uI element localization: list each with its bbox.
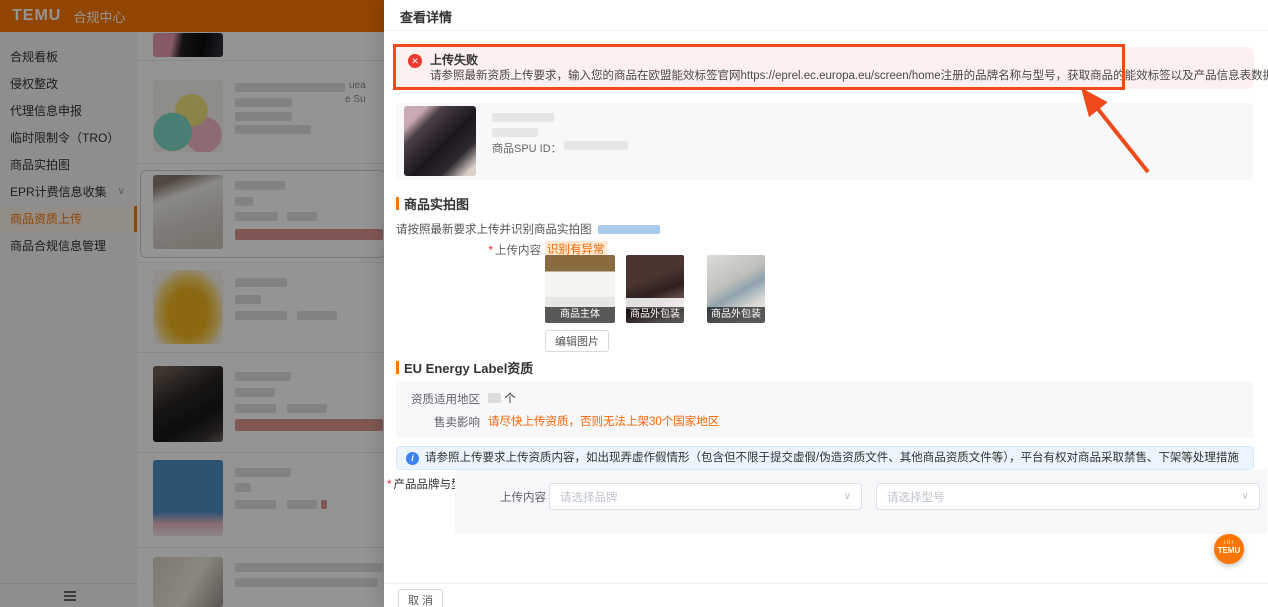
brand-select-placeholder: 请选择品牌 xyxy=(560,489,844,505)
qualification-region-card: 资质适用地区 个 售卖影响 请尽快上传资质，否则无法上架30个国家地区 xyxy=(396,381,1254,438)
sidebar-item-product-photos[interactable]: 商品实拍图 xyxy=(0,152,137,178)
photos-section-title: 商品实拍图 xyxy=(404,194,469,213)
sidebar-item-agent-info[interactable]: 代理信息申报 xyxy=(0,98,137,124)
edit-images-button[interactable]: 编辑图片 xyxy=(545,330,609,352)
product-thumbnail[interactable] xyxy=(153,366,223,442)
temu-float-button[interactable]: ıllı TEMU xyxy=(1214,534,1244,564)
chevron-down-icon: ∨ xyxy=(118,187,125,197)
photo-thumb-package-1[interactable]: 商品外包装 xyxy=(626,255,684,323)
sidebar-item-tro[interactable]: 临时限制令（TRO） xyxy=(0,125,137,151)
footer-divider xyxy=(384,583,1268,584)
product-thumbnail[interactable] xyxy=(153,557,223,607)
region-label: 资质适用地区 xyxy=(396,391,480,407)
spu-id-label: 商品SPU ID： xyxy=(492,140,562,156)
section-accent-bar xyxy=(396,361,399,374)
required-asterisk: * xyxy=(387,479,391,491)
chevron-down-icon: ∨ xyxy=(844,491,851,502)
model-select-placeholder: 请选择型号 xyxy=(887,489,1242,505)
chevron-down-icon: ∨ xyxy=(1242,491,1249,502)
product-thumbnail[interactable] xyxy=(153,80,223,152)
product-thumbnail[interactable] xyxy=(153,270,223,344)
redacted-spu-id xyxy=(564,141,628,150)
drawer-title: 查看详情 xyxy=(400,7,452,26)
brand-select[interactable]: 请选择品牌 ∨ xyxy=(549,483,862,510)
redacted-title xyxy=(492,113,554,122)
photo-caption: 商品外包装 xyxy=(707,307,765,323)
alert-title: 上传失败 xyxy=(430,52,1242,68)
model-select[interactable]: 请选择型号 ∨ xyxy=(876,483,1260,510)
photos-instruction: 请按照最新要求上传并识别商品实拍图 xyxy=(396,221,660,237)
photo-thumb-package-2[interactable]: 商品外包装 xyxy=(707,255,765,323)
info-notice-bar: i 请参照上传要求上传资质内容，如出现弄虚作假情形（包含但不限于提交虚假/伪造资… xyxy=(396,446,1254,470)
photo-thumb-main[interactable]: 商品主体 xyxy=(545,255,615,323)
collapse-sidebar-icon[interactable] xyxy=(62,591,76,601)
impact-warning-text: 请尽快上传资质，否则无法上架30个国家地区 xyxy=(488,413,719,429)
sidebar-item-infringement[interactable]: 侵权整改 xyxy=(0,71,137,97)
brand-model-panel: 上传内容 请选择品牌 ∨ 请选择型号 ∨ xyxy=(455,470,1267,534)
product-list: uea e Su xyxy=(137,0,384,607)
sidebar-item-compliance-board[interactable]: 合规看板 xyxy=(0,44,137,70)
upload-failed-alert: ✕ 上传失败 请参照最新资质上传要求，输入您的商品在欧盟能效标签官网https:… xyxy=(396,47,1254,89)
app-root: TEMU 合规中心 合规看板 侵权整改 代理信息申报 临时限制令（TRO） 商品… xyxy=(0,0,1268,607)
product-thumbnail[interactable] xyxy=(153,460,223,536)
alert-message: 请参照最新资质上传要求，输入您的商品在欧盟能效标签官网https://eprel… xyxy=(430,68,1242,84)
product-thumbnail xyxy=(404,106,476,176)
temu-logo: TEMU xyxy=(12,7,61,25)
product-thumbnail[interactable] xyxy=(153,175,223,249)
text-fragment: uea xyxy=(349,80,366,91)
redacted-count xyxy=(488,393,501,403)
upload-content-label: 上传内容 xyxy=(500,489,546,505)
photo-caption: 商品外包装 xyxy=(626,307,684,323)
sidebar-item-compliance-info[interactable]: 商品合规信息管理 xyxy=(0,233,137,259)
info-icon: i xyxy=(406,452,419,465)
app-title: 合规中心 xyxy=(73,7,125,26)
product-thumbnail[interactable] xyxy=(153,33,223,57)
photo-caption: 商品主体 xyxy=(545,307,615,323)
upload-content-label: *上传内容 xyxy=(396,242,541,258)
required-asterisk: * xyxy=(488,243,493,257)
sidebar-item-epr[interactable]: EPR计费信息收集 ∨ xyxy=(0,179,137,205)
redacted-link[interactable] xyxy=(598,225,660,234)
region-value: 个 xyxy=(488,390,516,406)
redacted-subtitle xyxy=(492,128,538,137)
section-accent-bar xyxy=(396,197,399,210)
error-icon: ✕ xyxy=(408,54,422,68)
energy-section-title: EU Energy Label资质 xyxy=(404,358,533,377)
impact-label: 售卖影响 xyxy=(396,414,480,430)
sidebar: 合规看板 侵权整改 代理信息申报 临时限制令（TRO） 商品实拍图 EPR计费信… xyxy=(0,32,137,607)
top-header: TEMU 合规中心 xyxy=(0,0,384,32)
sidebar-footer xyxy=(0,583,137,607)
sidebar-item-qualification-upload[interactable]: 商品资质上传 xyxy=(0,206,137,232)
detail-drawer: 查看详情 ✕ 上传失败 请参照最新资质上传要求，输入您的商品在欧盟能效标签官网h… xyxy=(384,0,1268,607)
cancel-button[interactable]: 取消 xyxy=(398,589,443,607)
text-fragment: e Su xyxy=(345,94,366,105)
product-summary-card: 商品SPU ID： xyxy=(396,103,1254,180)
divider xyxy=(384,30,1268,31)
